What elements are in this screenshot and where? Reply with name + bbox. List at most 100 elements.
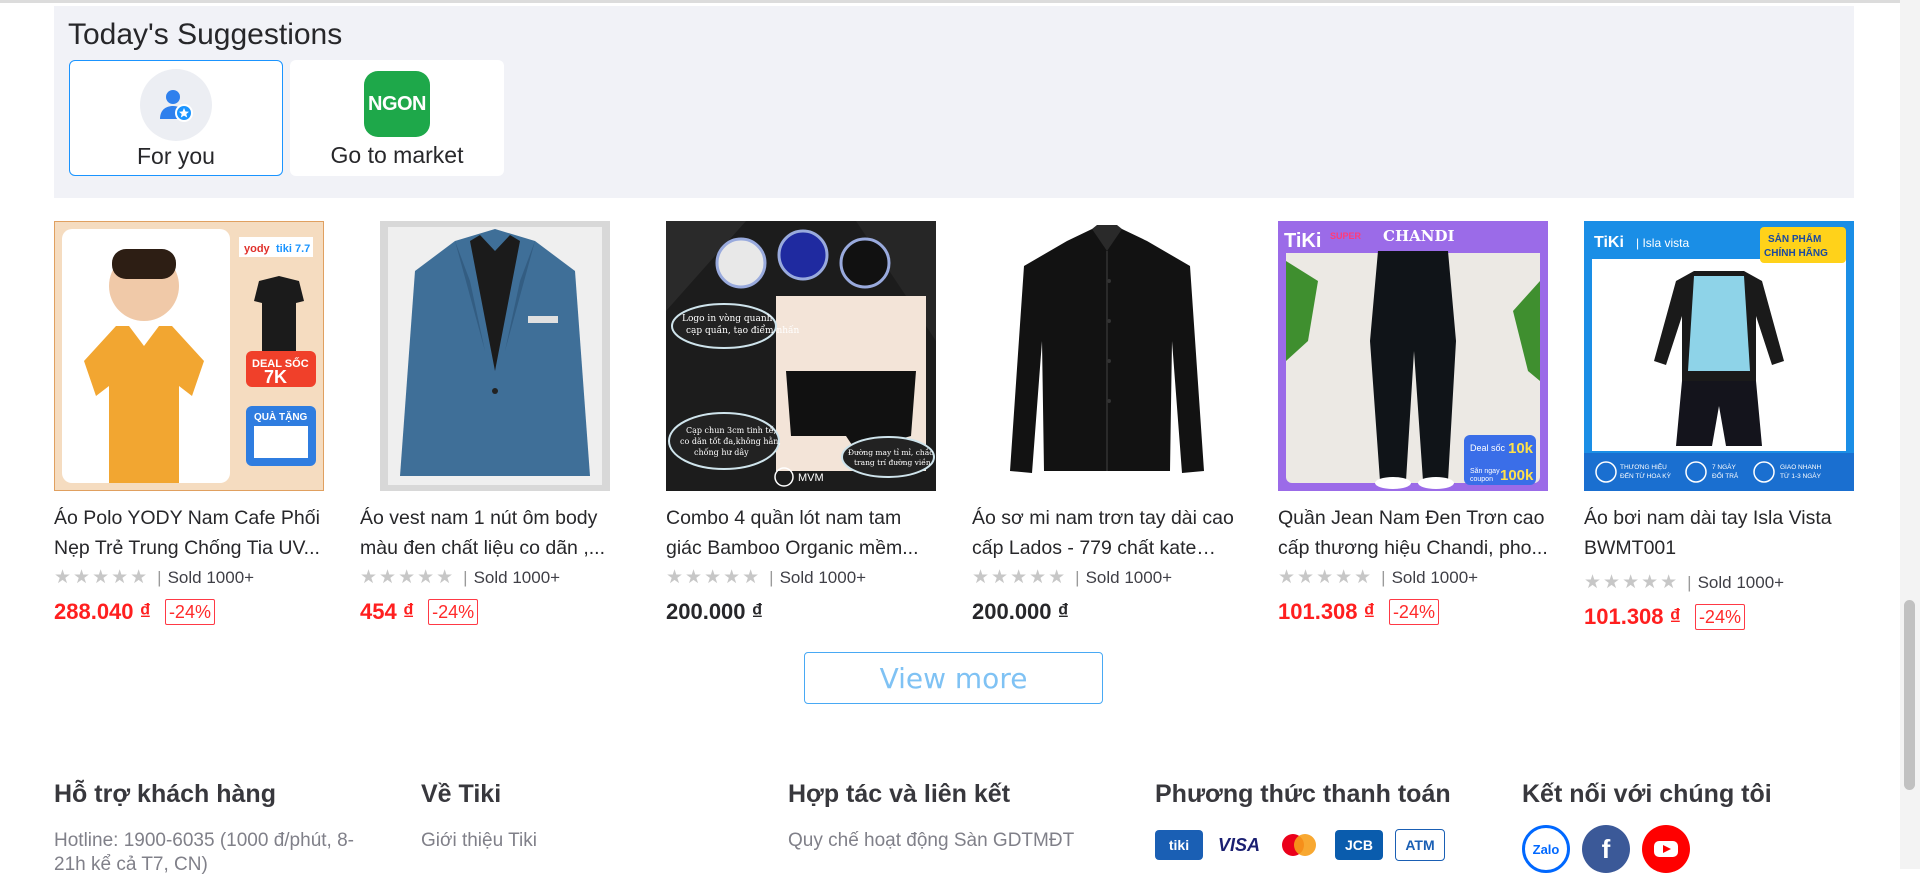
rating-stars-icon: ★★★★★: [1584, 572, 1680, 593]
svg-text:MVM: MVM: [798, 472, 824, 484]
svg-text:Deal sốc: Deal sốc: [1470, 443, 1506, 453]
youtube-icon[interactable]: [1642, 825, 1690, 873]
svg-text:tiki 7.7: tiki 7.7: [276, 243, 310, 255]
mastercard-icon: [1275, 830, 1323, 860]
rating-stars-icon: ★★★★★: [972, 567, 1068, 588]
price-row: 454 ₫ -24%: [360, 599, 479, 625]
zalo-icon[interactable]: Zalo: [1522, 825, 1570, 873]
user-star-icon: [140, 69, 212, 141]
view-more-button[interactable]: View more: [804, 652, 1103, 704]
tab-for-you-label: For you: [137, 143, 215, 169]
svg-text:Logo in vòng quanh: Logo in vòng quanh: [682, 313, 773, 324]
svg-text:coupon: coupon: [1470, 476, 1493, 483]
rating-stars-icon: ★★★★★: [666, 567, 762, 588]
svg-text:TiKi: TiKi: [1594, 234, 1624, 251]
svg-text:co dãn tốt đa,không hằn,: co dãn tốt đa,không hằn,: [680, 437, 781, 446]
sold-count: Sold 1000+: [1391, 567, 1479, 587]
product-rating: ★★★★★ | Sold 1000+: [1584, 572, 1785, 593]
svg-text:10k: 10k: [1508, 440, 1534, 457]
regulation-link[interactable]: Quy chế hoạt động Sàn GDTMĐT: [788, 829, 1118, 853]
price-row: 101.308 ₫ -24%: [1584, 604, 1745, 630]
product-image[interactable]: TiKi SUPER CHANDI Deal sốc 10k Săn ngay …: [1278, 221, 1548, 491]
svg-text:ĐỔI TRẢ: ĐỔI TRẢ: [1712, 471, 1739, 480]
atm-icon: ATM: [1395, 829, 1445, 861]
product-rating: ★★★★★ | Sold 1000+: [54, 567, 255, 588]
price-row: 101.308 ₫ -24%: [1278, 599, 1439, 625]
footer-connect: Kết nối với chúng tôi Zalo f: [1522, 780, 1852, 873]
rating-stars-icon: ★★★★★: [1278, 567, 1374, 588]
price-row: 200.000 ₫: [972, 599, 1069, 625]
svg-text:GIAO NHANH: GIAO NHANH: [1780, 464, 1821, 471]
price-row: 288.040 ₫ -24%: [54, 599, 215, 625]
sold-count: Sold 1000+: [167, 567, 255, 587]
svg-text:7K: 7K: [264, 367, 287, 387]
page-scrollbar[interactable]: [1900, 0, 1920, 869]
product-name[interactable]: Combo 4 quần lót nam tam giác Bamboo Org…: [666, 503, 936, 563]
svg-text:7 NGÀY: 7 NGÀY: [1712, 462, 1737, 471]
product-image[interactable]: [972, 221, 1242, 491]
footer-support: Hỗ trợ khách hàng Hotline: 1900-6035 (10…: [54, 780, 384, 877]
svg-text:100k: 100k: [1500, 467, 1534, 484]
discount-badge: -24%: [428, 599, 479, 625]
sold-count: Sold 1000+: [779, 567, 867, 587]
footer-connect-title: Kết nối với chúng tôi: [1522, 780, 1772, 808]
rating-stars-icon: ★★★★★: [54, 567, 150, 588]
product-price: 454 ₫: [360, 599, 415, 624]
suggestions-title: Today's Suggestions: [68, 18, 343, 51]
product-name[interactable]: Áo sơ mi nam trơn tay dài cao cấp Lados …: [972, 503, 1242, 563]
svg-text:TỪ 1-3 NGÀY: TỪ 1-3 NGÀY: [1780, 471, 1822, 480]
svg-text:trang trí đường viền: trang trí đường viền: [854, 458, 931, 467]
product-image[interactable]: [360, 221, 630, 491]
sold-count: Sold 1000+: [1697, 572, 1785, 592]
about-tiki-link[interactable]: Giới thiệu Tiki: [421, 829, 751, 853]
top-divider: [0, 0, 1920, 3]
svg-text:Săn ngay: Săn ngay: [1470, 468, 1500, 475]
product-image[interactable]: yody tiki 7.7 DEAL SỐC 7K QUÀ TẶNG: [54, 221, 324, 491]
product-name[interactable]: Áo Polo YODY Nam Cafe Phối Nẹp Trẻ Trung…: [54, 503, 324, 563]
sold-count: Sold 1000+: [1085, 567, 1173, 587]
product-rating: ★★★★★ | Sold 1000+: [1278, 567, 1479, 588]
jcb-icon: JCB: [1335, 830, 1383, 860]
svg-text:cạp quần, tạo điểm nhấn: cạp quần, tạo điểm nhấn: [686, 324, 800, 336]
tab-go-to-market[interactable]: NGON Go to market: [290, 60, 504, 176]
svg-text:CHANDI: CHANDI: [1383, 227, 1454, 245]
product-grid: yody tiki 7.7 DEAL SỐC 7K QUÀ TẶNG Áo Po…: [54, 221, 1854, 641]
svg-text:TiKi: TiKi: [1284, 230, 1321, 252]
footer-partner: Hợp tác và liên kết Quy chế hoạt động Sà…: [788, 780, 1118, 853]
product-name[interactable]: Áo bơi nam dài tay Isla Vista BWMT001: [1584, 503, 1854, 563]
social-links: Zalo f: [1522, 825, 1852, 873]
svg-text:SUPER: SUPER: [1330, 231, 1362, 241]
product-price: 101.308 ₫: [1584, 604, 1681, 629]
product-image[interactable]: Logo in vòng quanh cạp quần, tạo điểm nh…: [666, 221, 936, 491]
discount-badge: -24%: [1388, 599, 1439, 625]
svg-text:QUÀ TẶNG: QUÀ TẶNG: [254, 410, 308, 423]
rating-stars-icon: ★★★★★: [360, 567, 456, 588]
discount-badge: -24%: [164, 599, 215, 625]
product-price: 288.040 ₫: [54, 599, 151, 624]
svg-text:chống hư dây: chống hư dây: [694, 448, 749, 457]
product-name[interactable]: Áo vest nam 1 nút ôm body màu đen chất l…: [360, 503, 630, 563]
product-price: 200.000 ₫: [972, 599, 1069, 624]
product-rating: ★★★★★ | Sold 1000+: [972, 567, 1173, 588]
svg-text:CHÍNH HÃNG: CHÍNH HÃNG: [1764, 246, 1828, 259]
footer-payment: Phương thức thanh toán tiki VISA JCB ATM: [1155, 780, 1485, 861]
product-image[interactable]: TiKi | Isla vista SẢN PHẨM CHÍNH HÃNG TH…: [1584, 221, 1854, 491]
discount-badge: -24%: [1694, 604, 1745, 630]
hotline-link[interactable]: Hotline: 1900-6035 (1000 đ/phút, 8-21h k…: [54, 829, 384, 877]
visa-icon: VISA: [1217, 834, 1260, 855]
product-rating: ★★★★★ | Sold 1000+: [360, 567, 561, 588]
facebook-icon[interactable]: f: [1582, 825, 1630, 873]
sold-count: Sold 1000+: [473, 567, 561, 587]
price-row: 200.000 ₫: [666, 599, 763, 625]
product-name[interactable]: Quần Jean Nam Đen Trơn cao cấp thương hi…: [1278, 503, 1548, 563]
tab-for-you[interactable]: For you: [69, 60, 283, 176]
tiki-pay-icon: tiki: [1155, 830, 1203, 860]
product-rating: ★★★★★ | Sold 1000+: [666, 567, 867, 588]
product-price: 101.308 ₫: [1278, 599, 1375, 624]
scrollbar-thumb[interactable]: [1904, 600, 1915, 790]
product-price: 200.000 ₫: [666, 599, 763, 624]
svg-text:yody: yody: [244, 243, 271, 255]
footer-payment-title: Phương thức thanh toán: [1155, 780, 1451, 808]
svg-text:SẢN PHẨM: SẢN PHẨM: [1768, 232, 1821, 245]
footer-about: Về Tiki Giới thiệu Tiki: [421, 780, 751, 853]
